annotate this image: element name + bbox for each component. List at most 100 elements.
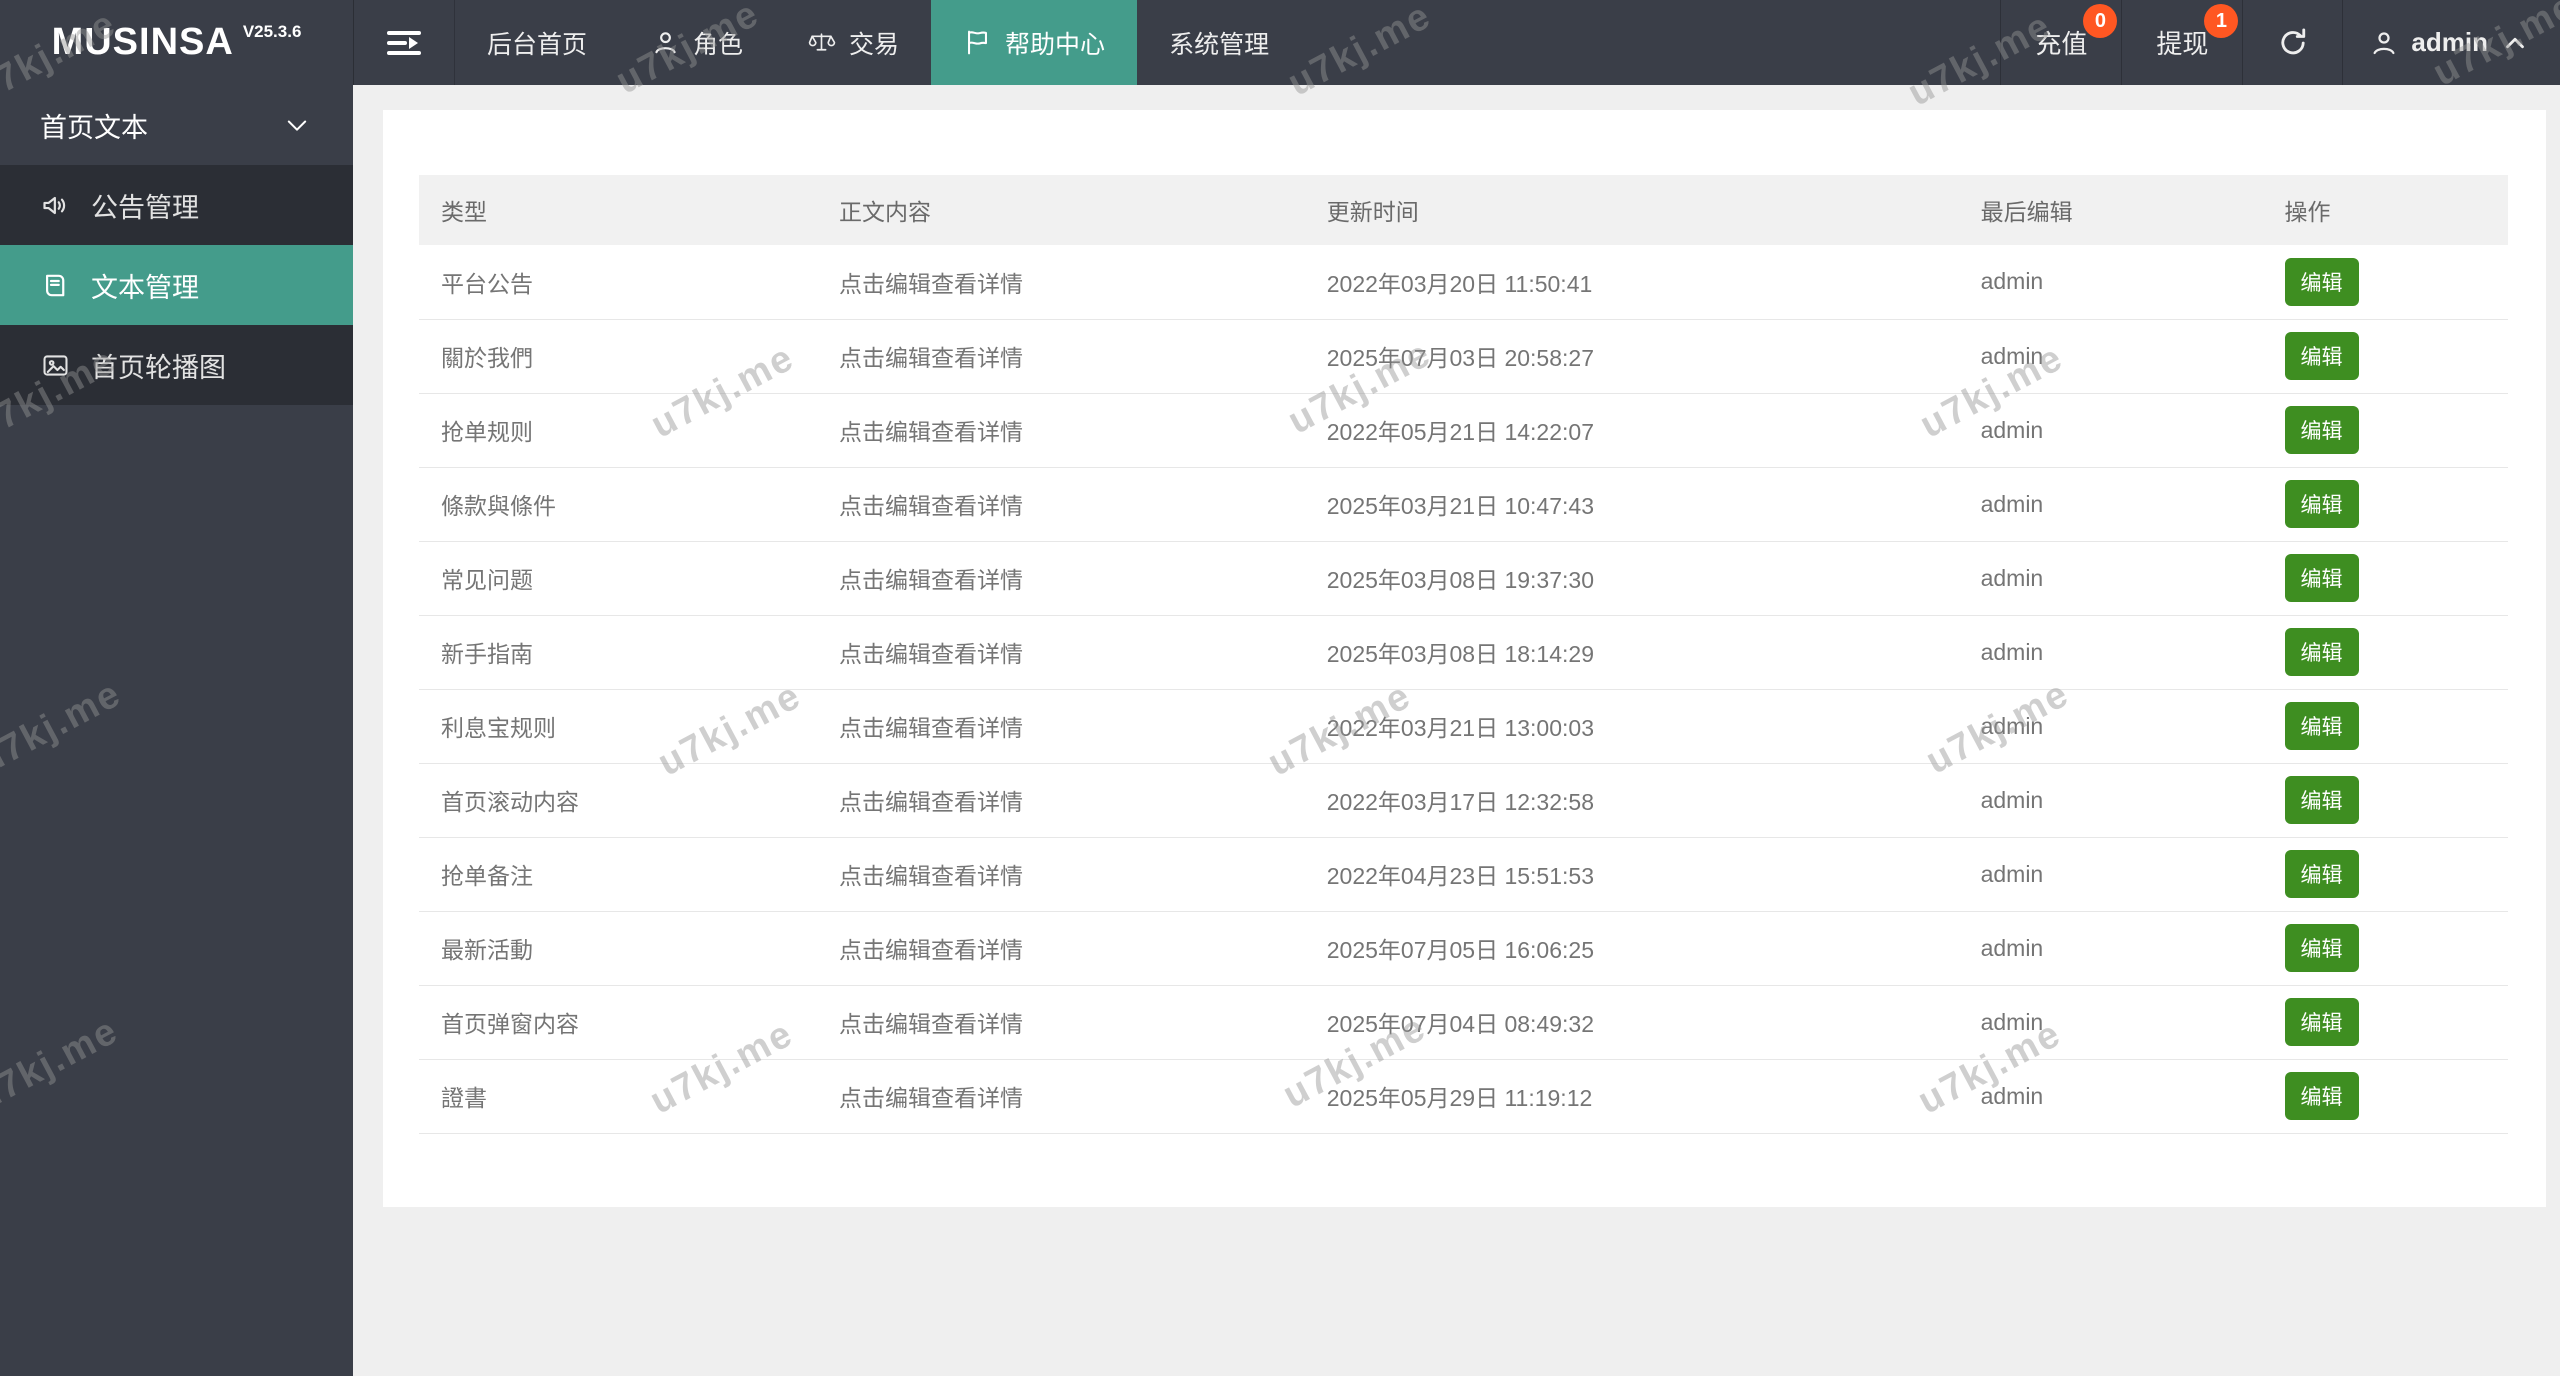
cell-action: 编辑 xyxy=(2262,689,2508,764)
table-row: 首页滚动内容 点击编辑查看详情 2022年03月17日 12:32:58 admin 编… xyxy=(419,763,2508,838)
brand-logo: MUSINSA V25.3.6 xyxy=(0,0,353,85)
cell-action: 编辑 xyxy=(2262,541,2508,616)
recharge-button[interactable]: 充值 0 xyxy=(2000,0,2121,85)
sidebar-item-label: 公告管理 xyxy=(91,192,199,223)
scales-icon xyxy=(807,28,836,57)
cell-action: 编辑 xyxy=(2262,467,2508,542)
nav-item-label: 系统管理 xyxy=(1169,30,1270,59)
cell-content: 点击编辑查看详情 xyxy=(816,1059,1305,1134)
table-row: 抢单规则 点击编辑查看详情 2022年05月21日 14:22:07 admin 编辑 xyxy=(419,393,2508,468)
cell-type: 平台公告 xyxy=(419,245,817,320)
user-menu[interactable]: admin xyxy=(2342,0,2560,85)
nav-item-help-center[interactable]: 帮助中心 xyxy=(931,0,1138,85)
help-texts-table: 类型 正文内容 更新时间 最后编辑 操作 平台公告 点击编辑查看详情 2022年03月20日… xyxy=(419,175,2508,1134)
sidebar: 首页文本 公告管理文本管理 首页轮播图 xyxy=(0,85,353,1376)
nav-item-system-admin[interactable]: 系统管理 xyxy=(1137,0,1301,85)
cell-editor: admin xyxy=(1958,763,2263,838)
sidebar-collapse-button[interactable] xyxy=(353,0,455,85)
cell-action: 编辑 xyxy=(2262,837,2508,912)
cell-content: 点击编辑查看详情 xyxy=(816,911,1305,986)
cell-updated: 2025年03月08日 18:14:29 xyxy=(1304,615,1959,690)
edit-button[interactable]: 编辑 xyxy=(2284,924,2359,972)
withdraw-button[interactable]: 提现 1 xyxy=(2121,0,2242,85)
cell-type: 最新活動 xyxy=(419,911,817,986)
top-bar: MUSINSA V25.3.6 后台首页 角色 交易 帮助中心 系统管理 充值 0 提现… xyxy=(0,0,2560,85)
edit-button[interactable]: 编辑 xyxy=(2284,702,2359,750)
cell-action: 编辑 xyxy=(2262,245,2508,320)
cell-action: 编辑 xyxy=(2262,985,2508,1060)
main-nav: 后台首页 角色 交易 帮助中心 系统管理 xyxy=(455,0,1301,85)
cell-updated: 2022年03月20日 11:50:41 xyxy=(1304,245,1959,320)
cell-action: 编辑 xyxy=(2262,615,2508,690)
cell-editor: admin xyxy=(1958,319,2263,394)
version-label: V25.3.6 xyxy=(242,21,302,41)
edit-button[interactable]: 编辑 xyxy=(2284,257,2359,306)
edit-button[interactable]: 编辑 xyxy=(2284,776,2359,824)
nav-item-trade[interactable]: 交易 xyxy=(775,0,931,85)
cell-content: 点击编辑查看详情 xyxy=(816,615,1305,690)
table-row: 首页弹窗内容 点击编辑查看详情 2025年07月04日 08:49:32 admin 编… xyxy=(419,985,2508,1060)
table-row: 最新活動 点击编辑查看详情 2025年07月05日 16:06:25 admin 编辑 xyxy=(419,911,2508,986)
cell-editor: admin xyxy=(1958,689,2263,764)
nav-item-label: 交易 xyxy=(849,30,900,59)
cell-type: 抢单规则 xyxy=(419,393,817,468)
edit-button[interactable]: 编辑 xyxy=(2284,1072,2359,1120)
cell-updated: 2025年07月04日 08:49:32 xyxy=(1304,985,1959,1060)
sidebar-group-homepage-text[interactable]: 首页文本 xyxy=(0,85,353,165)
person-icon xyxy=(651,28,680,57)
refresh-button[interactable] xyxy=(2242,0,2342,85)
edit-button[interactable]: 编辑 xyxy=(2284,406,2359,454)
table-row: 抢单备注 点击编辑查看详情 2022年04月23日 15:51:53 admin 编辑 xyxy=(419,837,2508,912)
nav-item-label: 后台首页 xyxy=(487,30,588,59)
column-header: 操作 xyxy=(2262,175,2508,245)
topbar-right: 充值 0 提现 1 admin xyxy=(2000,0,2560,85)
edit-button[interactable]: 编辑 xyxy=(2284,850,2359,898)
cell-type: 首页弹窗内容 xyxy=(419,985,817,1060)
edit-button[interactable]: 编辑 xyxy=(2284,332,2359,380)
cell-action: 编辑 xyxy=(2262,763,2508,838)
main-content: 类型 正文内容 更新时间 最后编辑 操作 平台公告 点击编辑查看详情 2022年03月20日… xyxy=(353,85,2560,1376)
recharge-badge: 0 xyxy=(2083,4,2118,38)
sidebar-item-announcement-management[interactable]: 公告管理 xyxy=(0,165,353,245)
cell-editor: admin xyxy=(1958,467,2263,542)
cell-content: 点击编辑查看详情 xyxy=(816,319,1305,394)
cell-editor: admin xyxy=(1958,985,2263,1060)
table-row: 平台公告 点击编辑查看详情 2022年03月20日 11:50:41 admin 编辑 xyxy=(419,245,2508,320)
cell-content: 点击编辑查看详情 xyxy=(816,837,1305,912)
edit-button[interactable]: 编辑 xyxy=(2284,998,2359,1046)
cell-content: 点击编辑查看详情 xyxy=(816,393,1305,468)
cell-content: 点击编辑查看详情 xyxy=(816,245,1305,320)
table-row: 條款與條件 点击编辑查看详情 2025年03月21日 10:47:43 admin 编辑 xyxy=(419,467,2508,542)
sidebar-menu: 公告管理文本管理 首页轮播图 xyxy=(0,165,353,405)
sidebar-item-text-management[interactable]: 文本管理 xyxy=(0,245,353,325)
sidebar-item-homepage-carousel[interactable]: 首页轮播图 xyxy=(0,325,353,405)
menu-collapse-icon xyxy=(387,25,421,61)
table-header-row: 类型 正文内容 更新时间 最后编辑 操作 xyxy=(419,175,2508,245)
edit-button[interactable]: 编辑 xyxy=(2284,628,2359,676)
cell-updated: 2022年03月21日 13:00:03 xyxy=(1304,689,1959,764)
chevron-up-icon xyxy=(2500,28,2530,58)
table-row: 利息宝规则 点击编辑查看详情 2022年03月21日 13:00:03 admin 编辑 xyxy=(419,689,2508,764)
cell-action: 编辑 xyxy=(2262,1059,2508,1134)
withdraw-label: 提现 xyxy=(2156,29,2209,59)
cell-type: 抢单备注 xyxy=(419,837,817,912)
edit-button[interactable]: 编辑 xyxy=(2284,554,2359,602)
column-header: 最后编辑 xyxy=(1958,175,2263,245)
withdraw-badge: 1 xyxy=(2204,4,2239,38)
cell-updated: 2022年05月21日 14:22:07 xyxy=(1304,393,1959,468)
edit-button[interactable]: 编辑 xyxy=(2284,480,2359,528)
cell-editor: admin xyxy=(1958,837,2263,912)
chevron-down-icon xyxy=(283,111,311,139)
nav-item-roles[interactable]: 角色 xyxy=(619,0,775,85)
admin-screen: MUSINSA V25.3.6 后台首页 角色 交易 帮助中心 系统管理 充值 0 提现… xyxy=(0,0,2560,1376)
cell-action: 编辑 xyxy=(2262,911,2508,986)
nav-item-backend-home[interactable]: 后台首页 xyxy=(455,0,619,85)
brand-name: MUSINSA xyxy=(51,21,234,63)
table-row: 證書 点击编辑查看详情 2025年05月29日 11:19:12 admin 编辑 xyxy=(419,1059,2508,1134)
table-row: 關於我們 点击编辑查看详情 2025年07月03日 20:58:27 admin 编辑 xyxy=(419,319,2508,394)
cell-type: 利息宝规则 xyxy=(419,689,817,764)
cell-type: 關於我們 xyxy=(419,319,817,394)
cell-content: 点击编辑查看详情 xyxy=(816,689,1305,764)
cell-editor: admin xyxy=(1958,911,2263,986)
username-label: admin xyxy=(2411,27,2488,57)
